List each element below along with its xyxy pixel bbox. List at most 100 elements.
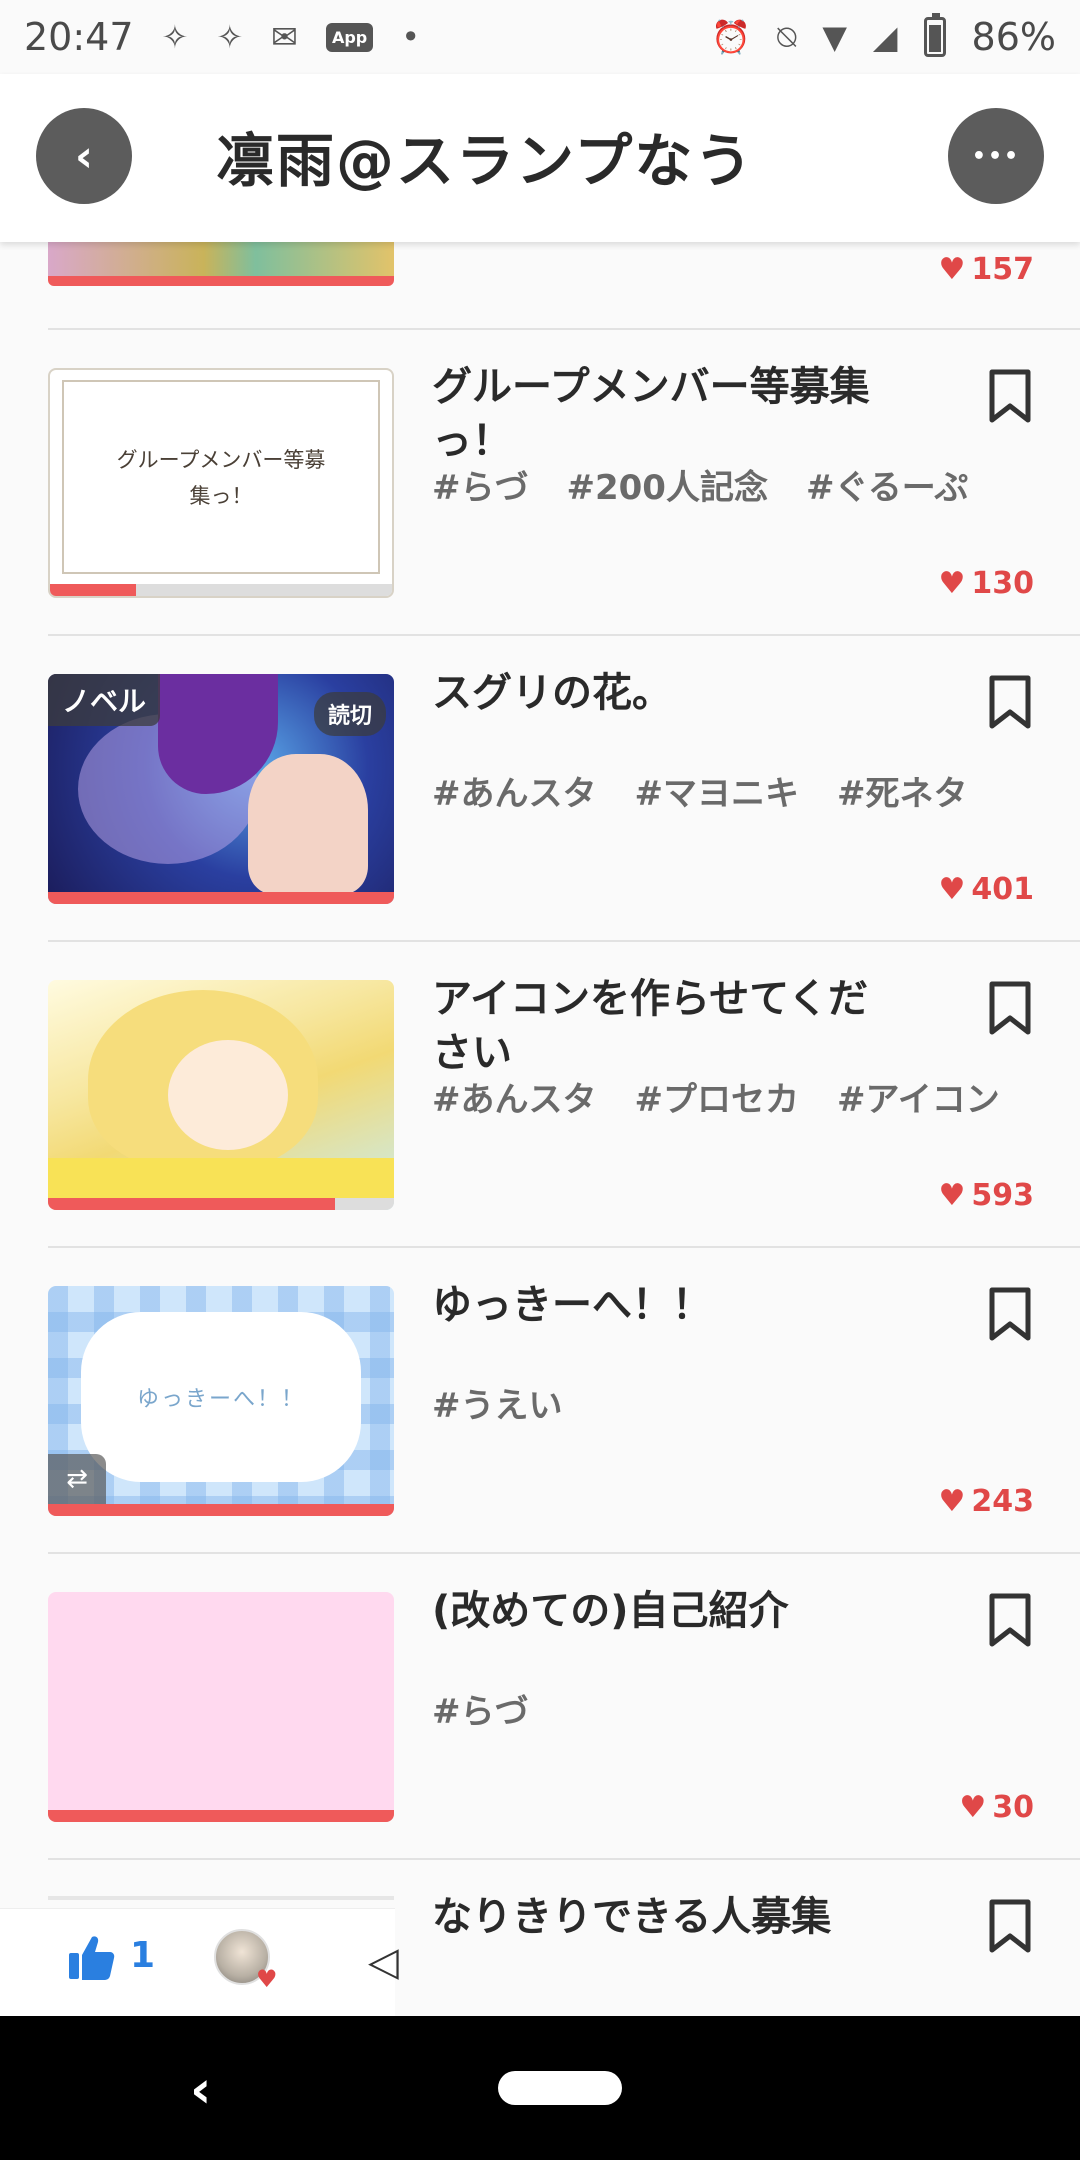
back-button[interactable]: ‹ — [36, 108, 132, 204]
dot-icon: • — [401, 18, 421, 56]
read-progress — [50, 584, 392, 596]
more-button[interactable]: ••• — [948, 108, 1044, 204]
illustration — [48, 1158, 394, 1198]
tag-list: #あんスタ #プロセカ #アイコン — [432, 1072, 1000, 1121]
page-title: 凛雨@スランプなう — [216, 127, 755, 195]
like-count: ♥ 243 — [938, 1484, 1034, 1519]
thumbnail-caption: ゆっきーへ！！ — [81, 1312, 361, 1482]
like-count-value: 157 — [971, 252, 1034, 287]
tag[interactable]: #アイコン — [837, 1072, 1000, 1121]
read-progress-fill — [48, 1198, 336, 1210]
read-progress — [48, 1810, 394, 1822]
thumbnail[interactable] — [48, 242, 394, 286]
tag[interactable]: #あんスタ — [432, 1072, 597, 1121]
thumbnail[interactable] — [48, 980, 394, 1210]
read-progress-fill — [50, 584, 136, 596]
system-nav-bar: ‹ — [0, 2016, 1080, 2160]
post-title[interactable]: アイコンを作らせてください — [432, 972, 872, 1080]
tag-list: #らづ #200人記念 #ぐるーぷ — [432, 460, 968, 509]
tag[interactable]: #ぐるーぷ — [806, 460, 968, 509]
app-notification-icon: App — [325, 22, 374, 52]
post-title[interactable]: (改めての)自己紹介 — [432, 1584, 872, 1638]
tag-list: #らづ — [432, 1684, 529, 1733]
thumbnail[interactable] — [48, 1592, 394, 1822]
voice-message-icon: ✉ — [271, 18, 298, 56]
like-count: ♥ 30 — [959, 1790, 1034, 1825]
heart-icon: ♥ — [938, 1484, 966, 1519]
heart-icon: ♥ — [938, 566, 966, 601]
post-list: ♥ 157 グループメンバー等募 集っ！ グループメンバー等募集っ！ #らづ #… — [0, 242, 1080, 2015]
tag[interactable]: #うえい — [432, 1378, 563, 1427]
thumbs-up-icon[interactable] — [66, 1933, 116, 1983]
read-progress-fill — [48, 892, 394, 904]
thumbnail[interactable]: ゆっきーへ！！ ⇄ — [48, 1286, 394, 1516]
thumbnail-caption: グループメンバー等募 集っ！ — [116, 448, 326, 508]
like-count-value: 593 — [971, 1178, 1034, 1213]
illustration — [168, 1040, 288, 1150]
bookmark-icon[interactable] — [988, 1898, 1032, 1954]
list-item[interactable]: (改めての)自己紹介 #らづ ♥ 30 — [0, 1554, 1080, 1860]
list-item[interactable]: ノベル 読切 スグリの花。 #あんスタ #マヨニキ #死ネタ ♥ 401 — [0, 636, 1080, 942]
like-count: ♥ 157 — [938, 252, 1034, 287]
nfc-icon: ✧ — [161, 18, 189, 56]
person-swap-icon: ⇄ — [48, 1454, 106, 1504]
more-dots-icon: ••• — [971, 143, 1021, 169]
illustration — [248, 754, 368, 894]
tag-list: #うえい — [432, 1378, 563, 1427]
alarm-icon: ⏰ — [711, 18, 752, 56]
like-count-value: 243 — [971, 1484, 1034, 1519]
app-header: ‹ 凛雨@スランプなう ••• — [0, 74, 1080, 242]
wifi-icon: ▼ — [822, 18, 847, 56]
like-count: ♥ 593 — [938, 1178, 1034, 1213]
bookmark-icon[interactable] — [988, 674, 1032, 730]
status-time: 20:47 — [24, 15, 134, 59]
heart-icon: ♥ — [959, 1790, 987, 1825]
like-count-value: 30 — [992, 1790, 1034, 1825]
post-title[interactable]: なりきりできる人募集 — [432, 1890, 872, 1944]
nav-home-button[interactable] — [498, 2071, 622, 2105]
heart-icon: ♥ — [938, 252, 966, 287]
bookmark-icon[interactable] — [988, 1592, 1032, 1648]
nav-back-icon[interactable]: ‹ — [190, 2060, 211, 2120]
list-item[interactable]: ♥ 157 — [0, 242, 1080, 330]
list-item[interactable]: グループメンバー等募 集っ！ グループメンバー等募集っ！ #らづ #200人記念… — [0, 330, 1080, 636]
tag[interactable]: #らづ — [432, 460, 529, 509]
like-count: ♥ 130 — [938, 566, 1034, 601]
battery-percent: 86% — [971, 15, 1056, 59]
tag[interactable]: #死ネタ — [837, 766, 968, 815]
status-bar: 20:47 ✧ ✧ ✉ App • ⏰ ⍉ ▼ ◢ 86% — [0, 0, 1080, 74]
heart-icon: ♥ — [938, 1178, 966, 1213]
triangle-left-icon[interactable]: ◁ — [368, 1939, 399, 1985]
tag-list: #あんスタ #マヨニキ #死ネタ — [432, 766, 968, 815]
bookmark-icon[interactable] — [988, 980, 1032, 1036]
post-title[interactable]: グループメンバー等募集っ！ — [432, 360, 872, 468]
signal-icon: ◢ — [872, 18, 898, 56]
oneshot-badge: 読切 — [313, 692, 386, 736]
thumbnail[interactable]: グループメンバー等募 集っ！ — [48, 368, 394, 598]
novel-label: ノベル — [48, 674, 161, 726]
read-progress — [48, 1504, 394, 1516]
tag[interactable]: #らづ — [432, 1684, 529, 1733]
like-count: ♥ 401 — [938, 872, 1034, 907]
read-progress — [48, 892, 394, 904]
thumbs-up-count: 1 — [130, 1935, 156, 1976]
read-progress-fill — [48, 1504, 394, 1516]
thumbnail[interactable]: ノベル 読切 — [48, 674, 394, 904]
battery-icon — [923, 13, 946, 57]
tag[interactable]: #プロセカ — [635, 1072, 800, 1121]
bookmark-icon[interactable] — [988, 368, 1032, 424]
post-title[interactable]: スグリの花。 — [432, 666, 872, 720]
tag[interactable]: #マヨニキ — [635, 766, 800, 815]
list-item[interactable]: アイコンを作らせてください #あんスタ #プロセカ #アイコン ♥ 593 — [0, 942, 1080, 1248]
thumbnail[interactable] — [48, 1896, 394, 1900]
heart-icon: ♥ — [256, 1965, 278, 1993]
bookmark-icon[interactable] — [988, 1286, 1032, 1342]
tag[interactable]: #200人記念 — [567, 460, 768, 509]
chevron-left-icon: ‹ — [74, 130, 94, 182]
post-title[interactable]: ゆっきーへ！！ — [432, 1278, 872, 1332]
tag[interactable]: #あんスタ — [432, 766, 597, 815]
bell-off-icon: ⍉ — [777, 17, 797, 56]
read-progress-fill — [48, 1810, 394, 1822]
list-item[interactable]: ゆっきーへ！！ ⇄ ゆっきーへ！！ #うえい ♥ 243 — [0, 1248, 1080, 1554]
heart-icon: ♥ — [938, 872, 966, 907]
